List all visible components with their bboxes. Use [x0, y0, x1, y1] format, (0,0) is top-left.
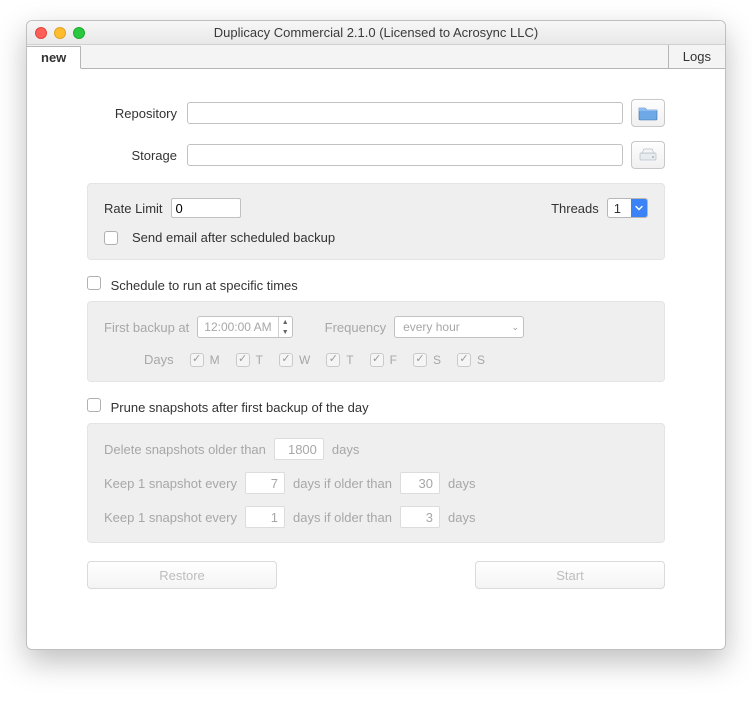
schedule-checkbox[interactable]: [87, 276, 101, 290]
repository-browse-button[interactable]: [631, 99, 665, 127]
day-wed-checkbox[interactable]: [279, 353, 293, 367]
keep2-every-input[interactable]: [245, 506, 285, 528]
keep2-older-input[interactable]: [400, 506, 440, 528]
minimize-icon[interactable]: [54, 27, 66, 39]
first-backup-value: 12:00:00 AM: [198, 317, 277, 337]
keep1-pre: Keep 1 snapshot every: [104, 476, 237, 491]
day-fri-checkbox[interactable]: [370, 353, 384, 367]
zoom-icon[interactable]: [73, 27, 85, 39]
day-tue-checkbox[interactable]: [236, 353, 250, 367]
content-area: Repository Storage: [27, 69, 725, 649]
keep1-mid: days if older than: [293, 476, 392, 491]
rate-limit-input[interactable]: [171, 198, 241, 218]
prune-checkbox[interactable]: [87, 398, 101, 412]
day-mon-checkbox[interactable]: [190, 353, 204, 367]
day-fri-label: F: [390, 353, 397, 367]
prune-checkbox-label: Prune snapshots after first backup of th…: [111, 400, 369, 415]
tab-logs[interactable]: Logs: [668, 45, 725, 68]
tab-bar: new Logs: [27, 45, 725, 69]
threads-select[interactable]: 1: [607, 198, 648, 218]
keep1-post: days: [448, 476, 475, 491]
window-controls: [35, 27, 85, 39]
restore-button[interactable]: Restore: [87, 561, 277, 589]
chevron-down-icon: [631, 199, 647, 217]
stepper-arrows: ▲ ▼: [278, 317, 292, 337]
drive-icon: [638, 148, 658, 162]
keep2-pre: Keep 1 snapshot every: [104, 510, 237, 525]
window-title: Duplicacy Commercial 2.1.0 (Licensed to …: [35, 25, 717, 40]
rate-panel: Rate Limit Threads 1 Send email after sc…: [87, 183, 665, 260]
day-sun-label: S: [477, 353, 485, 367]
first-backup-label: First backup at: [104, 320, 189, 335]
day-sun-checkbox[interactable]: [457, 353, 471, 367]
frequency-label: Frequency: [325, 320, 386, 335]
delete-older-label: Delete snapshots older than: [104, 442, 266, 457]
day-mon-label: M: [210, 353, 220, 367]
repository-input[interactable]: [187, 102, 623, 124]
day-sat-checkbox[interactable]: [413, 353, 427, 367]
storage-input[interactable]: [187, 144, 623, 166]
delete-older-unit: days: [332, 442, 359, 457]
storage-label: Storage: [87, 148, 177, 163]
keep2-mid: days if older than: [293, 510, 392, 525]
day-tue-label: T: [256, 353, 263, 367]
prune-panel: Delete snapshots older than days Keep 1 …: [87, 423, 665, 543]
schedule-panel: First backup at 12:00:00 AM ▲ ▼ Frequenc…: [87, 301, 665, 382]
keep1-older-input[interactable]: [400, 472, 440, 494]
tab-new[interactable]: new: [26, 46, 81, 69]
threads-label: Threads: [551, 201, 599, 216]
keep1-every-input[interactable]: [245, 472, 285, 494]
titlebar: Duplicacy Commercial 2.1.0 (Licensed to …: [27, 21, 725, 45]
app-window: Duplicacy Commercial 2.1.0 (Licensed to …: [26, 20, 726, 650]
frequency-value: every hour: [403, 320, 460, 334]
day-thu-label: T: [346, 353, 353, 367]
schedule-checkbox-label: Schedule to run at specific times: [111, 278, 298, 293]
rate-limit-label: Rate Limit: [104, 201, 163, 216]
first-backup-time[interactable]: 12:00:00 AM ▲ ▼: [197, 316, 292, 338]
day-sat-label: S: [433, 353, 441, 367]
repository-label: Repository: [87, 106, 177, 121]
send-email-label: Send email after scheduled backup: [132, 230, 335, 245]
chevron-down-icon: ⌄: [512, 322, 520, 333]
chevron-up-icon[interactable]: ▲: [279, 317, 292, 327]
frequency-select[interactable]: every hour ⌄: [394, 316, 524, 338]
threads-value: 1: [608, 199, 631, 217]
day-thu-checkbox[interactable]: [326, 353, 340, 367]
days-label: Days: [144, 352, 174, 367]
send-email-checkbox[interactable]: [104, 231, 118, 245]
delete-older-input[interactable]: [274, 438, 324, 460]
start-button[interactable]: Start: [475, 561, 665, 589]
chevron-down-icon[interactable]: ▼: [279, 327, 292, 337]
close-icon[interactable]: [35, 27, 47, 39]
folder-icon: [638, 105, 658, 121]
keep2-post: days: [448, 510, 475, 525]
storage-browse-button[interactable]: [631, 141, 665, 169]
day-wed-label: W: [299, 353, 310, 367]
